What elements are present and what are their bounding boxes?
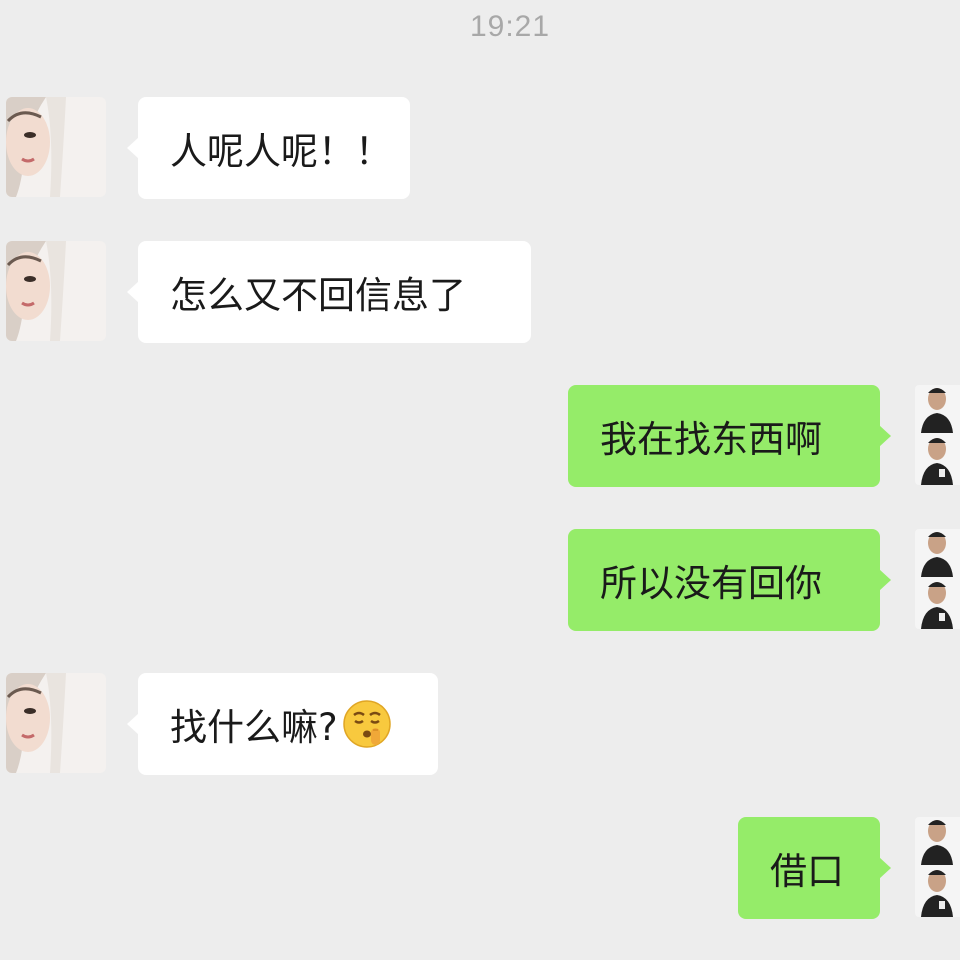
user-avatar[interactable] [915,385,960,485]
message-bubble-outgoing[interactable]: 借口 [738,817,891,919]
message-text: 借口 [770,850,844,893]
message-bubble-outgoing[interactable]: 所以没有回你 [568,529,891,631]
contact-avatar[interactable] [6,673,106,773]
message-bubble-incoming[interactable]: 人呢人呢！！ [127,97,410,199]
message-text: 怎么又不回信息了 [170,274,466,317]
message-text: 我在找东西啊 [600,418,822,461]
user-avatar[interactable] [915,529,960,629]
message-bubble-incoming[interactable]: 找什么嘛? [127,673,438,775]
contact-avatar[interactable] [6,241,106,341]
message-bubble-incoming[interactable]: 怎么又不回信息了 [127,241,531,343]
message-bubble-outgoing[interactable]: 我在找东西啊 [568,385,891,487]
message-text: 找什么嘛? [170,706,338,749]
message-text: 人呢人呢！！ [170,130,392,173]
chat-timestamp: 19:21 [469,10,551,43]
contact-avatar[interactable] [6,97,106,197]
message-text: 所以没有回你 [600,562,822,605]
shushing-face-emoji-icon [342,699,392,749]
user-avatar[interactable] [915,817,960,917]
